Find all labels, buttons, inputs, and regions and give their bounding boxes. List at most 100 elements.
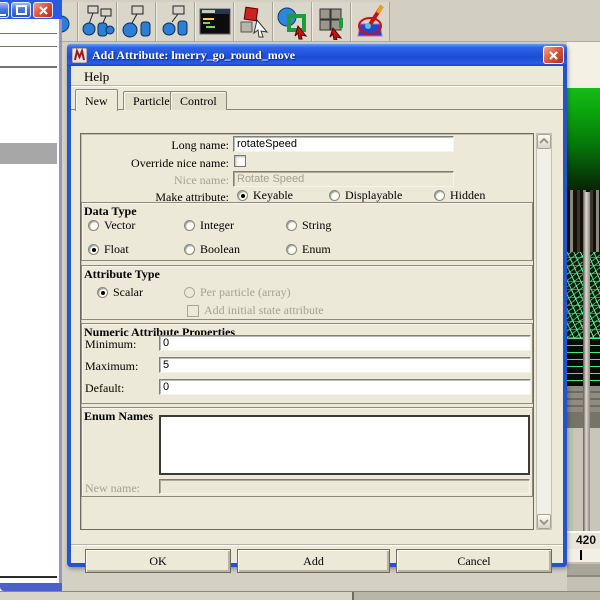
toolbar-icon-row — [57, 2, 390, 41]
radio-enum-control[interactable] — [286, 244, 297, 255]
selection-tool-icon[interactable] — [273, 2, 312, 41]
scroll-up-button[interactable] — [537, 134, 551, 149]
form-scrollbar[interactable] — [536, 133, 552, 530]
divider — [71, 544, 563, 545]
script-editor-icon[interactable] — [195, 2, 234, 41]
close-button[interactable] — [33, 1, 53, 18]
paint-effects-icon[interactable] — [351, 2, 390, 41]
radio-boolean-control[interactable] — [184, 244, 195, 255]
radio-float[interactable]: Float — [88, 242, 129, 257]
long-name-input[interactable] — [233, 136, 454, 152]
attribute-type-title: Attribute Type — [84, 267, 160, 281]
radio-vector-control[interactable] — [88, 220, 99, 231]
new-name-label: New name: — [85, 481, 140, 495]
chevron-up-icon — [539, 138, 549, 144]
window-border — [0, 583, 62, 591]
add-button[interactable]: Add — [237, 549, 390, 573]
lattice-tool-icon[interactable] — [312, 2, 351, 41]
status-strip — [0, 591, 600, 600]
radio-keyable-label: Keyable — [253, 188, 293, 202]
override-nice-name-label: Override nice name: — [131, 156, 229, 170]
minimum-input[interactable] — [159, 335, 531, 351]
divider — [0, 46, 57, 47]
dialog-body: Help New Particle Control Long name: Ove… — [71, 66, 563, 573]
range-slider[interactable] — [567, 562, 600, 577]
dialog-tabs: New Particle Control — [71, 89, 563, 111]
add-initial-state-label: Add initial state attribute — [204, 303, 324, 317]
range-slider-track — [567, 577, 600, 591]
radio-displayable-control[interactable] — [329, 190, 340, 201]
nice-name-label: Nice name: — [174, 173, 229, 187]
radio-keyable[interactable]: Keyable — [237, 188, 293, 203]
tab-control[interactable]: Control — [170, 91, 227, 110]
radio-string[interactable]: String — [286, 218, 331, 233]
ok-button[interactable]: OK — [85, 549, 231, 573]
dialog-menubar: Help — [71, 66, 563, 86]
timeline-end-frame: 420 — [567, 533, 600, 549]
radio-boolean[interactable]: Boolean — [184, 242, 240, 257]
viewport-center-post — [583, 192, 590, 531]
radio-integer-label: Integer — [200, 218, 234, 232]
scroll-down-button[interactable] — [537, 514, 551, 529]
minimum-label: Minimum: — [85, 337, 137, 351]
radio-scalar[interactable]: Scalar — [97, 285, 143, 300]
main-toolbar — [0, 0, 600, 42]
maximize-button[interactable] — [11, 1, 31, 18]
radio-scalar-label: Scalar — [113, 285, 143, 299]
time-tick — [580, 550, 582, 560]
tab-new[interactable]: New — [75, 89, 118, 111]
radio-vector[interactable]: Vector — [88, 218, 135, 233]
radio-hidden-control[interactable] — [434, 190, 445, 201]
viewport-3d[interactable]: 420 — [567, 42, 600, 591]
dialog-close-button[interactable] — [543, 46, 564, 64]
override-nice-name-checkbox[interactable] — [234, 155, 246, 167]
background-panel-left — [0, 19, 62, 591]
add-initial-state-option: Add initial state attribute — [187, 303, 324, 318]
radio-integer[interactable]: Integer — [184, 218, 234, 233]
radio-displayable-label: Displayable — [345, 188, 403, 202]
radio-float-label: Float — [104, 242, 129, 256]
close-icon — [549, 50, 558, 60]
list-selection-band[interactable] — [0, 143, 57, 164]
hypergraph-input-output-icon[interactable] — [117, 2, 156, 41]
viewport-green-ground — [567, 88, 600, 190]
time-slider[interactable] — [567, 549, 600, 562]
divider — [0, 576, 57, 578]
radio-boolean-label: Boolean — [200, 242, 240, 256]
chevron-down-icon — [539, 519, 549, 525]
radio-string-label: String — [302, 218, 332, 232]
radio-string-control[interactable] — [286, 220, 297, 231]
radio-enum[interactable]: Enum — [286, 242, 331, 257]
radio-hidden[interactable]: Hidden — [434, 188, 485, 203]
menu-help[interactable]: Help — [78, 68, 115, 86]
default-input[interactable] — [159, 379, 531, 395]
radio-per-particle: Per particle (array) — [184, 285, 291, 300]
radio-hidden-label: Hidden — [450, 188, 486, 202]
dialog-titlebar[interactable]: Add Attribute: lmerry_go_round_move — [67, 44, 567, 66]
radio-per-particle-label: Per particle (array) — [200, 285, 291, 299]
hypergraph-hierarchy-icon[interactable] — [78, 2, 117, 41]
add-initial-state-checkbox — [187, 304, 199, 317]
maximum-input[interactable] — [159, 357, 531, 373]
maya-dialog-icon — [72, 47, 87, 63]
radio-per-particle-control — [184, 287, 195, 298]
radio-displayable[interactable]: Displayable — [329, 188, 402, 203]
divider — [0, 66, 57, 68]
parent-window-titlebar — [0, 0, 62, 19]
minimize-button[interactable] — [0, 1, 9, 18]
nice-name-input — [233, 171, 454, 187]
radio-integer-control[interactable] — [184, 220, 195, 231]
radio-scalar-control[interactable] — [97, 287, 108, 298]
radio-float-control[interactable] — [88, 244, 99, 255]
data-type-title: Data Type — [84, 204, 137, 218]
hypergraph-connections-icon[interactable] — [156, 2, 195, 41]
radio-keyable-control[interactable] — [237, 190, 248, 201]
divider — [0, 33, 57, 34]
new-name-input — [159, 479, 530, 494]
cancel-button[interactable]: Cancel — [396, 549, 552, 573]
enum-names-listbox[interactable] — [159, 415, 530, 475]
dialog-title: Add Attribute: lmerry_go_round_move — [92, 47, 296, 62]
maximum-label: Maximum: — [85, 359, 139, 373]
add-attribute-dialog: Add Attribute: lmerry_go_round_move Help… — [67, 44, 567, 573]
move-tool-icon[interactable] — [234, 2, 273, 41]
